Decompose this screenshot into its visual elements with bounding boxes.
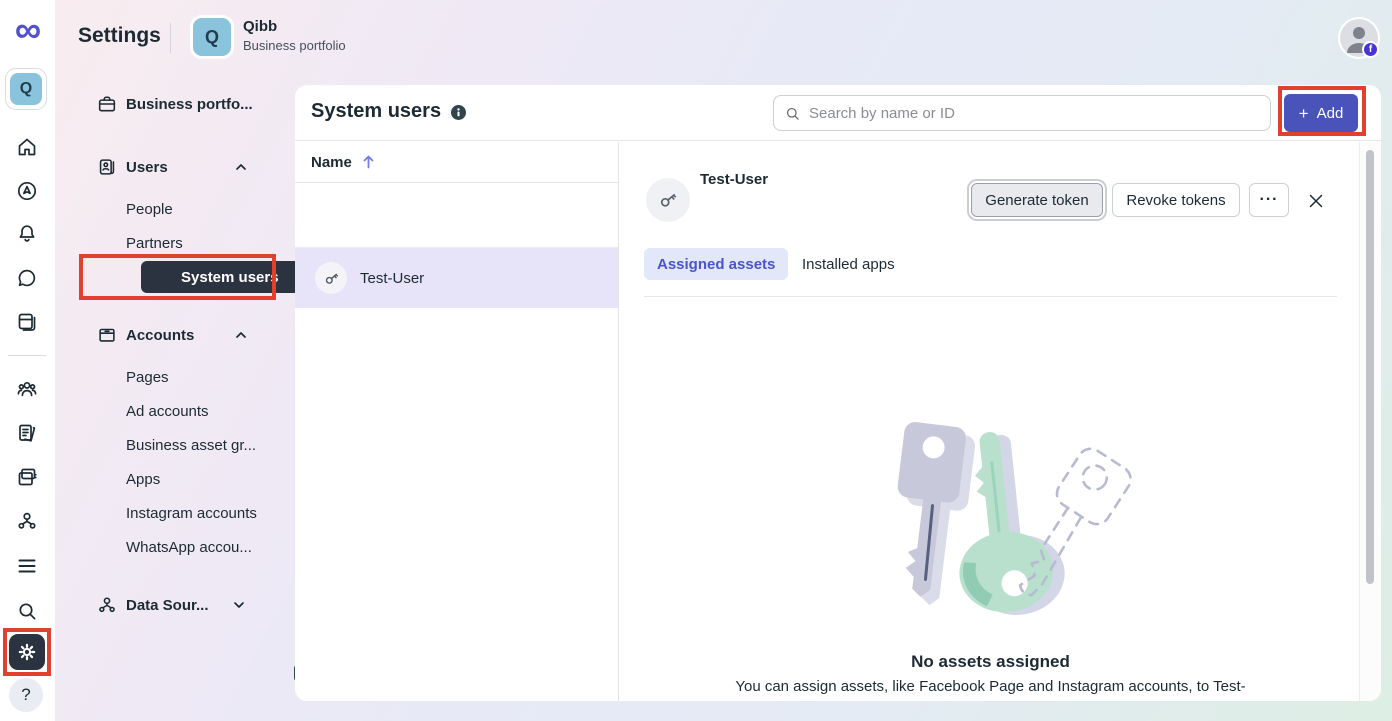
sidebar-item-people[interactable]: People [126,197,173,221]
sidebar-item-label: Business portfo... [126,96,253,113]
tabs-divider [644,296,1337,297]
empty-state-description: You can assign assets, like Facebook Pag… [644,678,1337,695]
all-tools-icon[interactable] [15,554,39,578]
sort-ascending-icon [361,154,376,170]
briefcase-icon [96,93,118,115]
facebook-badge-icon: f [1362,41,1379,58]
sidebar-item-pages[interactable]: Pages [126,365,169,389]
search-rail-icon[interactable] [15,599,39,623]
system-users-list: Name Test-User [295,142,619,701]
sidebar-item-business-asset-groups[interactable]: Business asset gr... [126,433,256,457]
settings-icon[interactable] [9,634,45,670]
sidebar-section-accounts[interactable]: Accounts [96,323,194,347]
chevron-up-icon[interactable] [233,159,249,175]
sidebar-section-label: Accounts [126,327,194,344]
settings-sidebar: Business portfo... Users People Partners… [55,0,295,721]
key-icon [656,188,680,212]
boost-icon[interactable] [15,179,39,203]
table-row[interactable]: Test-User [295,248,618,308]
empty-list-row [295,184,618,248]
panel-header: System users + Add [295,85,1381,141]
info-icon[interactable] [451,105,466,120]
people-rail-icon[interactable] [15,377,39,401]
search-icon [784,105,801,122]
detail-user-name: Test-User [700,171,768,188]
assets-rail-icon[interactable] [15,509,39,533]
detail-avatar [646,178,690,222]
close-icon [1306,191,1326,211]
detail-scrollbar[interactable] [1366,150,1374,584]
search-input[interactable] [809,105,1260,122]
sidebar-item-apps[interactable]: Apps [126,467,160,491]
sidebar-section-label: Users [126,159,168,176]
more-options-button[interactable]: ··· [1249,183,1289,217]
section-title: System users [311,100,441,123]
close-detail-button[interactable] [1306,188,1332,214]
sidebar-item-whatsapp-accounts[interactable]: WhatsApp accou... [126,535,252,559]
inbox-icon[interactable] [15,266,39,290]
rail-business-avatar[interactable]: Q [5,68,47,110]
data-sources-icon [96,594,118,616]
plus-icon: + [1299,105,1309,122]
row-name: Test-User [360,270,424,287]
ads-manager-icon[interactable] [15,465,39,489]
accounts-section-icon [96,324,118,346]
tab-installed-apps[interactable]: Installed apps [802,248,895,280]
chevron-down-icon[interactable] [231,597,247,613]
icon-rail: ∞ Q [0,0,55,721]
key-icon [322,269,341,288]
content-icon[interactable] [15,310,39,334]
rail-business-avatar-initial: Q [10,73,42,105]
sidebar-item-business-portfolio[interactable]: Business portfo... [96,92,253,116]
sidebar-section-label: Data Sour... [126,597,209,614]
system-user-detail: Test-User Generate token Revoke tokens ·… [620,142,1381,701]
pages-rail-icon[interactable] [15,421,39,445]
users-section-icon [96,156,118,178]
home-icon[interactable] [15,135,39,159]
keys-illustration [840,400,1140,625]
sidebar-item-ad-accounts[interactable]: Ad accounts [126,399,209,423]
system-users-panel: System users + Add Name [295,85,1381,701]
detail-scroll-track[interactable] [1359,142,1381,701]
generate-token-button[interactable]: Generate token [971,183,1103,217]
revoke-tokens-button[interactable]: Revoke tokens [1112,183,1240,217]
rail-divider [8,355,46,356]
meta-logo-icon[interactable]: ∞ [8,8,48,52]
sidebar-item-partners[interactable]: Partners [126,231,183,255]
sidebar-section-data-sources[interactable]: Data Sour... [96,593,209,617]
help-icon[interactable]: ? [9,678,43,712]
empty-state-title: No assets assigned [644,652,1337,672]
name-column-header[interactable]: Name [295,142,618,183]
search-field[interactable] [773,95,1271,131]
sidebar-section-users[interactable]: Users [96,155,168,179]
sidebar-item-instagram-accounts[interactable]: Instagram accounts [126,501,257,525]
add-button[interactable]: + Add [1284,94,1358,132]
system-user-avatar [315,262,347,294]
tab-assigned-assets[interactable]: Assigned assets [644,248,788,280]
chevron-up-icon[interactable] [233,327,249,343]
notifications-icon[interactable] [15,222,39,246]
